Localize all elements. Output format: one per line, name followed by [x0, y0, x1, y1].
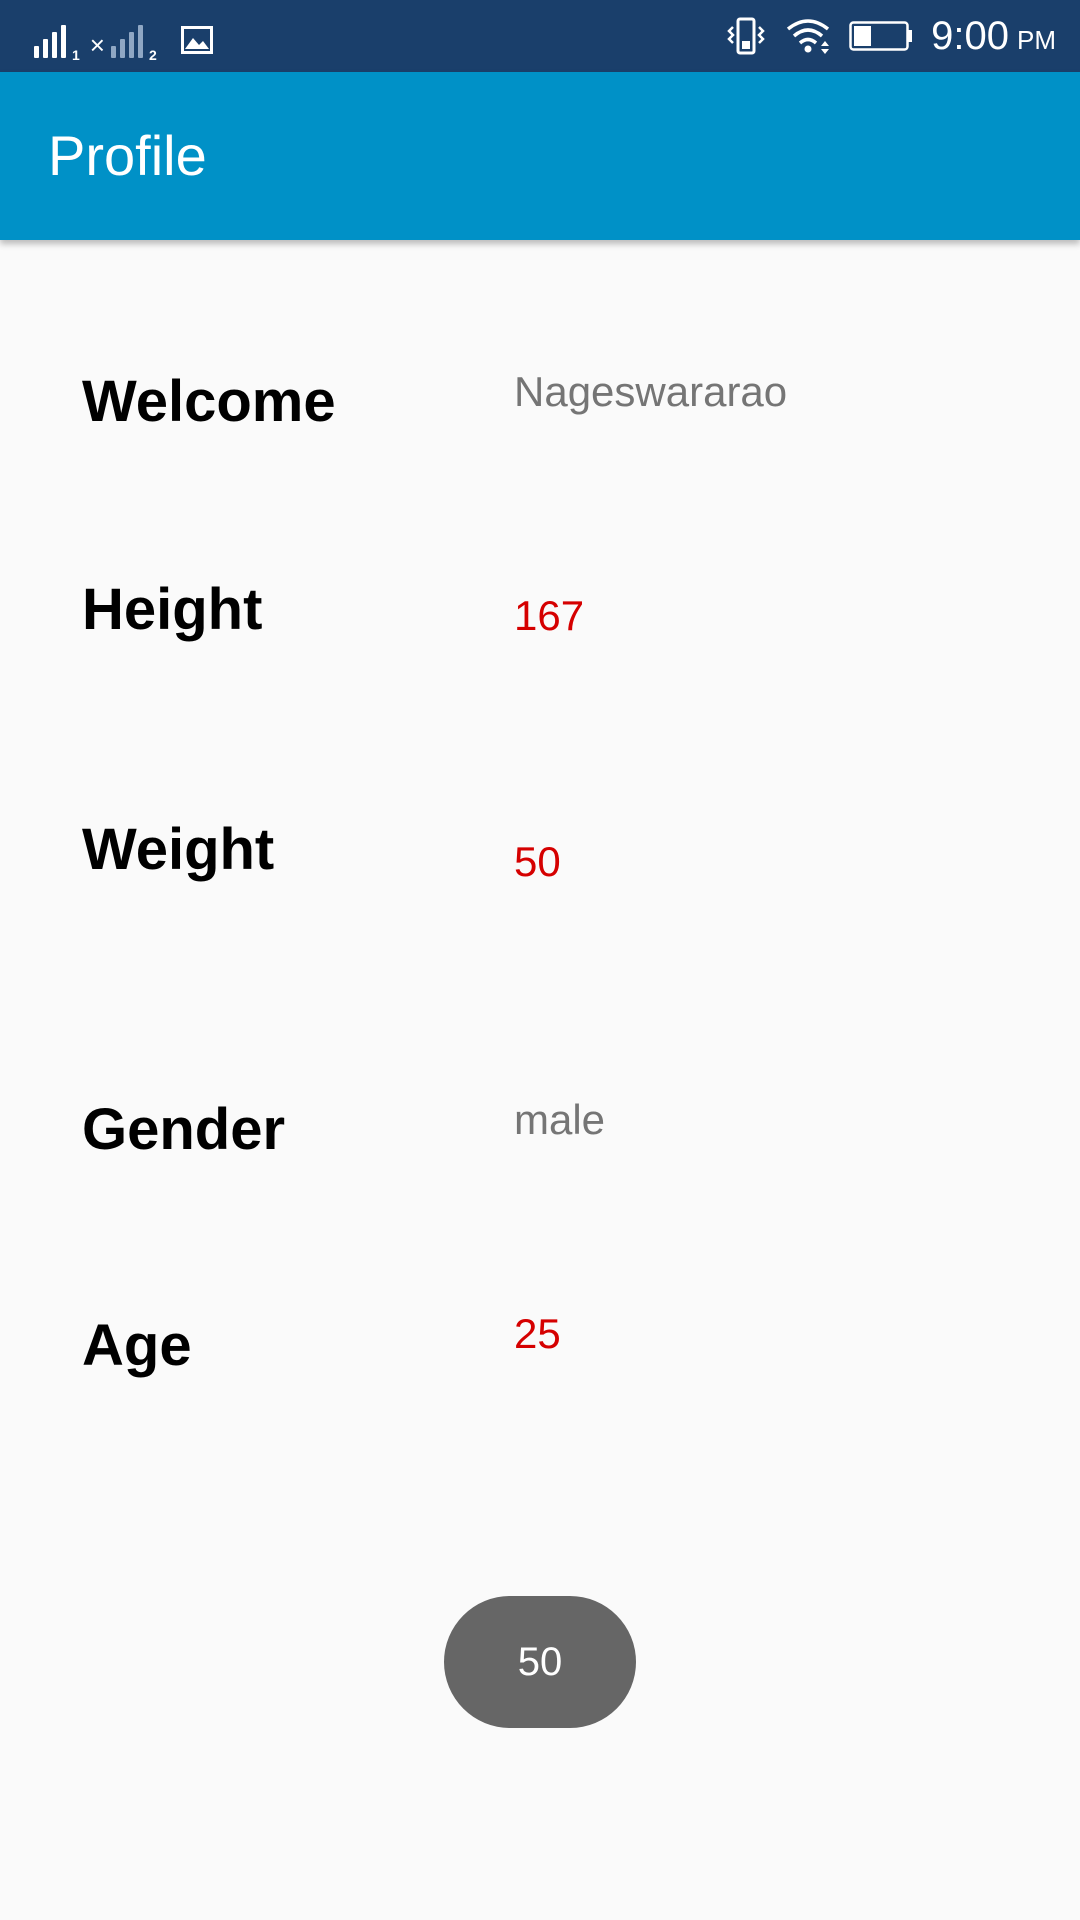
clock: 9:00 PM: [931, 14, 1056, 59]
page-title: Profile: [48, 124, 207, 187]
clock-time: 9:00: [931, 13, 1009, 58]
status-bar-right: 9:00 PM: [725, 12, 1056, 60]
status-bar-left: 1 × 2: [34, 16, 213, 62]
sim1-label: 1: [72, 47, 80, 63]
gender-value: male: [514, 1096, 606, 1143]
height-label: Height: [82, 577, 263, 642]
welcome-label: Welcome: [82, 369, 336, 434]
signal-sim1-icon: 1: [34, 24, 80, 62]
welcome-value: Nageswararao: [514, 368, 788, 415]
gender-label: Gender: [82, 1097, 286, 1162]
toast-message: 50: [444, 1596, 636, 1728]
image-notification-icon: [180, 26, 213, 54]
weight-label: Weight: [82, 817, 275, 882]
battery-icon: [849, 21, 913, 51]
weight-value: 50: [514, 838, 561, 885]
age-label: Age: [82, 1313, 192, 1378]
app-bar: Profile: [0, 72, 1080, 240]
clock-ampm: PM: [1017, 24, 1056, 55]
wifi-icon: [787, 19, 830, 54]
age-value: 25: [514, 1310, 561, 1357]
status-bar: 1 × 2 9:00 PM: [0, 0, 1080, 72]
height-value: 167: [514, 592, 585, 639]
sim2-label: 2: [148, 47, 157, 63]
vibrate-icon: [727, 17, 765, 55]
no-service-mark: ×: [89, 30, 105, 60]
signal-sim2-icon: × 2: [89, 24, 157, 62]
